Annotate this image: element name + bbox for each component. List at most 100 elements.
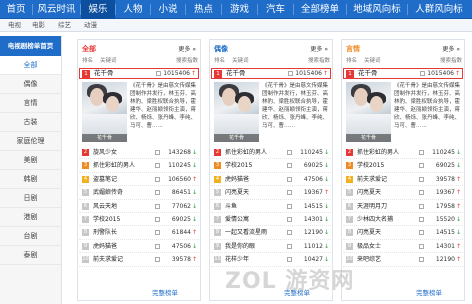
checkbox[interactable] <box>419 230 424 236</box>
checkbox[interactable] <box>287 190 292 196</box>
checkbox[interactable] <box>287 243 292 249</box>
table-row[interactable]: 2 抓住彩虹的男人 110245 ↓ <box>343 146 463 160</box>
table-row[interactable]: 7 爱情公寓 14301 ↓ <box>211 213 331 227</box>
keyword-link[interactable]: 虎妈猫爸 <box>225 173 249 186</box>
nav-crowd-trends[interactable]: 人群风向标 <box>408 0 470 19</box>
table-row[interactable]: 6 天涯明月刀 17958 ↑ <box>343 200 463 213</box>
table-row[interactable]: 2 旋风少女 143268 ↓ <box>79 146 199 160</box>
nav-home[interactable]: 首页 <box>0 0 32 19</box>
sidebar-item-thai[interactable]: 泰剧 <box>0 246 61 265</box>
checkbox[interactable] <box>287 230 292 236</box>
checkbox[interactable] <box>287 150 292 155</box>
keyword-link[interactable]: 前夫求爱记 <box>93 253 123 266</box>
nav-cars[interactable]: 汽车 <box>258 0 293 19</box>
drama-poster[interactable]: 花千骨 <box>346 82 391 142</box>
sidebar-item-taiwan[interactable]: 台剧 <box>0 227 61 246</box>
checkbox[interactable] <box>419 150 424 155</box>
subnav-anime[interactable]: 动漫 <box>84 19 97 32</box>
keyword-link[interactable]: 抓住彩虹的男人 <box>225 146 267 159</box>
table-row[interactable]: 3 学校2015 69025 ↓ <box>343 159 463 173</box>
checkbox[interactable] <box>287 257 292 263</box>
full-ranking-link[interactable]: 完整榜单 <box>416 287 442 297</box>
keyword-link[interactable]: 花千骨 <box>358 69 378 78</box>
nav-hot[interactable]: 热点 <box>186 0 221 19</box>
keyword-link[interactable]: 前夫求爱记 <box>357 173 387 186</box>
checkbox[interactable] <box>419 203 424 209</box>
checkbox[interactable] <box>287 176 292 182</box>
table-row[interactable]: 5 闪亮夏天 19367 ↑ <box>343 186 463 200</box>
keyword-link[interactable]: 学校2015 <box>93 213 120 226</box>
checkbox[interactable] <box>155 216 160 222</box>
keyword-link[interactable]: 花千骨 <box>226 69 246 78</box>
subnav-tv[interactable]: 电视 <box>8 19 21 32</box>
featured-row[interactable]: 1 花千骨 1015406 ↑ <box>79 68 199 79</box>
keyword-link[interactable]: 闪亮夏天 <box>357 186 381 199</box>
table-row[interactable]: 3 抓住彩虹的男人 110245 ↓ <box>79 159 199 173</box>
subnav-movies[interactable]: 电影 <box>32 19 45 32</box>
checkbox[interactable] <box>287 216 292 222</box>
checkbox[interactable] <box>155 243 160 249</box>
sidebar-item-costume[interactable]: 古装 <box>0 113 61 132</box>
table-row[interactable]: 10 前夫求爱记 39578 ↑ <box>79 253 199 267</box>
table-row[interactable]: 6 斗鱼 14515 ↓ <box>211 200 331 213</box>
checkbox[interactable] <box>287 163 292 169</box>
keyword-link[interactable]: 风云天地 <box>93 200 117 213</box>
checkbox[interactable] <box>155 190 160 196</box>
keyword-link[interactable]: 少林四大名捕 <box>357 213 393 226</box>
table-row[interactable]: 7 学校2015 69025 ↓ <box>79 213 199 227</box>
checkbox[interactable] <box>419 257 424 263</box>
checkbox[interactable] <box>155 176 160 182</box>
nav-games[interactable]: 游戏 <box>222 0 257 19</box>
table-row[interactable]: 2 抓住彩虹的男人 110245 ↓ <box>211 146 331 160</box>
keyword-link[interactable]: 旋风少女 <box>93 146 117 159</box>
table-row[interactable]: 5 武媚娘传奇 86451 ↓ <box>79 186 199 200</box>
sidebar-item-japanese[interactable]: 日剧 <box>0 189 61 208</box>
checkbox[interactable] <box>288 71 293 76</box>
table-row[interactable]: 9 我是你的眼 11012 ↓ <box>211 240 331 254</box>
keyword-link[interactable]: 我是你的眼 <box>225 240 255 253</box>
nav-entertainment[interactable]: 娱乐 <box>81 0 115 19</box>
table-row[interactable]: 8 一起又看流星雨 12190 ↓ <box>211 226 331 240</box>
nav-people[interactable]: 人物 <box>116 0 150 19</box>
table-row[interactable]: 4 盗墓笔记 106560 ↑ <box>79 173 199 187</box>
subnav-variety[interactable]: 综艺 <box>58 19 71 32</box>
keyword-link[interactable]: 学校2015 <box>357 159 384 172</box>
drama-poster[interactable]: 花千骨 <box>214 82 259 142</box>
keyword-link[interactable]: 闪亮夏天 <box>357 226 381 239</box>
table-row[interactable]: 9 虎妈猫爸 47506 ↓ <box>79 240 199 254</box>
sidebar-item-us[interactable]: 美剧 <box>0 151 61 170</box>
checkbox[interactable] <box>419 190 424 196</box>
keyword-link[interactable]: 刑警队长 <box>93 226 117 239</box>
keyword-link[interactable]: 学校2015 <box>225 159 252 172</box>
keyword-link[interactable]: 花千骨 <box>94 69 114 78</box>
nav-novels[interactable]: 小说 <box>151 0 185 19</box>
checkbox[interactable] <box>155 230 160 236</box>
table-row[interactable]: 10 来吧综艺 12190 ↑ <box>343 253 463 267</box>
sidebar-item-romance[interactable]: 言情 <box>0 94 61 113</box>
nav-news[interactable]: 风云时讯 <box>33 0 80 19</box>
sidebar-item-korean[interactable]: 韩剧 <box>0 170 61 189</box>
keyword-link[interactable]: 闪亮夏天 <box>225 186 249 199</box>
full-ranking-link[interactable]: 完整榜单 <box>152 287 178 297</box>
drama-poster[interactable]: 花千骨 <box>82 82 127 142</box>
table-row[interactable]: 6 风云天地 77062 ↓ <box>79 200 199 213</box>
sidebar-item-family[interactable]: 家庭伦理 <box>0 132 61 151</box>
checkbox[interactable] <box>419 163 424 169</box>
checkbox[interactable] <box>420 71 425 76</box>
sidebar-item-all[interactable]: 全部 <box>0 56 61 75</box>
keyword-link[interactable]: 盗墓笔记 <box>93 173 117 186</box>
keyword-link[interactable]: 虎妈猫爸 <box>93 240 117 253</box>
checkbox[interactable] <box>287 203 292 209</box>
keyword-link[interactable]: 武媚娘传奇 <box>93 186 123 199</box>
more-link[interactable]: 更多 » <box>178 44 196 53</box>
table-row[interactable]: 4 虎妈猫爸 47506 ↓ <box>211 173 331 187</box>
table-row[interactable]: 8 刑警队长 61844 ↑ <box>79 226 199 240</box>
keyword-link[interactable]: 天涯明月刀 <box>357 200 387 213</box>
more-link[interactable]: 更多 » <box>442 44 460 53</box>
table-row[interactable]: 7 少林四大名捕 15520 ↓ <box>343 213 463 227</box>
checkbox[interactable] <box>155 203 160 209</box>
panel-title[interactable]: 偶像 <box>214 44 228 54</box>
featured-row[interactable]: 1 花千骨 1015406 ↑ <box>211 68 331 79</box>
keyword-link[interactable]: 来吧综艺 <box>357 253 381 266</box>
sidebar-item-idol[interactable]: 偶像 <box>0 75 61 94</box>
